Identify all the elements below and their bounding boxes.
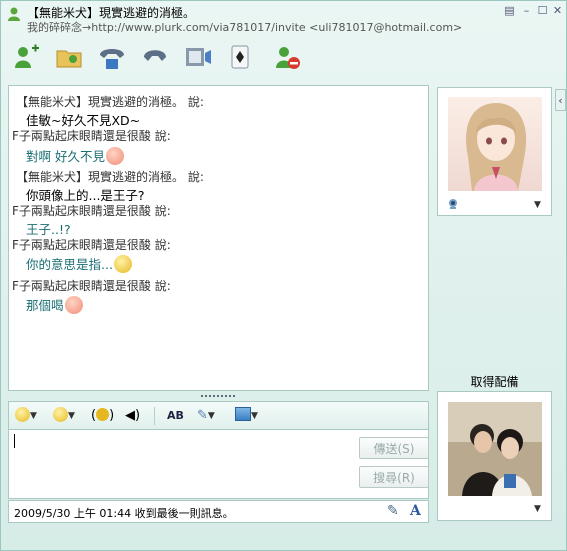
- chat-sender: 【無能米犬】現實逃避的消極。 說:: [16, 95, 204, 109]
- chat-message-row: 你的意思是指...: [26, 254, 132, 273]
- chat-sender: F子兩點起床眼睛還是很酸 說:: [12, 204, 171, 218]
- get-accessory-label[interactable]: 取得配備: [437, 373, 552, 390]
- block-icon[interactable]: [272, 43, 302, 71]
- handwriting-icon[interactable]: ✎: [387, 503, 399, 519]
- contact-avatar[interactable]: [448, 97, 542, 191]
- chat-message: 你的意思是指...: [26, 257, 113, 272]
- chevron-down-icon[interactable]: ▼: [534, 200, 541, 210]
- chevron-down-icon[interactable]: ▼: [534, 504, 541, 514]
- voice-clip-icon[interactable]: ◀): [125, 406, 140, 426]
- chevron-down-icon[interactable]: ▼: [30, 406, 37, 426]
- divider: [154, 407, 155, 425]
- contact-avatar-panel: ▼: [437, 87, 552, 216]
- chat-message: 對啊 好久不見: [26, 149, 105, 164]
- font-style-icon[interactable]: A: [410, 503, 421, 519]
- wink-icon[interactable]: ▼: [53, 406, 75, 426]
- voice-call-icon[interactable]: [140, 43, 170, 71]
- chat-sender: F子兩點起床眼睛還是很酸 說:: [12, 238, 171, 252]
- my-avatar[interactable]: [448, 402, 542, 496]
- add-contact-icon[interactable]: [11, 43, 41, 71]
- message-input[interactable]: 傳送(S) 搜尋(R): [8, 429, 429, 499]
- video-icon[interactable]: [183, 43, 213, 71]
- background-icon[interactable]: ✎ ▼: [197, 406, 215, 426]
- games-icon[interactable]: [226, 43, 256, 71]
- share-files-icon[interactable]: [54, 43, 84, 71]
- toolbar: [1, 39, 566, 75]
- webcam-icon[interactable]: [447, 198, 459, 210]
- pouting-emoticon-icon: [64, 296, 83, 314]
- close-icon[interactable]: ✕: [552, 5, 563, 16]
- nudge-icon[interactable]: (): [91, 406, 114, 426]
- theme-icon[interactable]: ▼: [235, 406, 258, 426]
- menu-icon[interactable]: ▤: [504, 5, 515, 16]
- chat-message-row: 對啊 好久不見: [26, 146, 124, 165]
- collapse-sidebar-icon[interactable]: ‹: [555, 89, 566, 111]
- thinking-emoticon-icon: [113, 255, 132, 273]
- text-caret: [14, 434, 15, 448]
- minimize-icon[interactable]: –: [521, 5, 532, 16]
- anime-girl-avatar-image: [448, 97, 542, 191]
- last-message-status: 2009/5/30 上午 01:44 收到最後一則訊息。: [14, 507, 234, 520]
- emoticon-icon[interactable]: ▼: [15, 406, 37, 426]
- chat-message-row: 那個喝: [26, 295, 83, 314]
- title-bar[interactable]: 【無能米犬】現實逃避的消極。 我的碎碎念→http://www.plurk.co…: [1, 1, 566, 35]
- couple-photo-image: [448, 402, 542, 496]
- window-subtitle: 我的碎碎念→http://www.plurk.com/via781017/inv…: [27, 21, 463, 34]
- chat-sender: 【無能米犬】現實逃避的消極。 說:: [16, 170, 204, 184]
- messenger-icon: [8, 7, 20, 21]
- pouting-emoticon-icon: [105, 147, 124, 165]
- font-icon[interactable]: AB: [167, 406, 184, 426]
- maximize-icon[interactable]: ☐: [537, 5, 548, 16]
- search-button[interactable]: 搜尋(R): [359, 466, 429, 488]
- send-button[interactable]: 傳送(S): [359, 437, 429, 459]
- chat-sender: F子兩點起床眼睛還是很酸 說:: [12, 129, 171, 143]
- chat-history[interactable]: 【無能米犬】現實逃避的消極。 說: 佳敏~好久不見XD~ F子兩點起床眼睛還是很…: [8, 85, 429, 391]
- status-bar: 2009/5/30 上午 01:44 收到最後一則訊息。 ✎ A: [8, 500, 429, 523]
- resize-grip-icon[interactable]: [200, 393, 236, 399]
- my-avatar-panel: ▼: [437, 391, 552, 521]
- chat-sender: F子兩點起床眼睛還是很酸 說:: [12, 279, 171, 293]
- video-call-icon[interactable]: [97, 43, 127, 71]
- format-toolbar: ▼ ▼ () ◀) AB ✎ ▼ ▼: [8, 401, 429, 429]
- chat-window: 【無能米犬】現實逃避的消極。 我的碎碎念→http://www.plurk.co…: [0, 0, 567, 551]
- chevron-down-icon[interactable]: ▼: [251, 406, 258, 426]
- chevron-down-icon[interactable]: ▼: [68, 406, 75, 426]
- chat-message: 那個喝: [26, 298, 64, 313]
- chevron-down-icon[interactable]: ▼: [208, 406, 215, 426]
